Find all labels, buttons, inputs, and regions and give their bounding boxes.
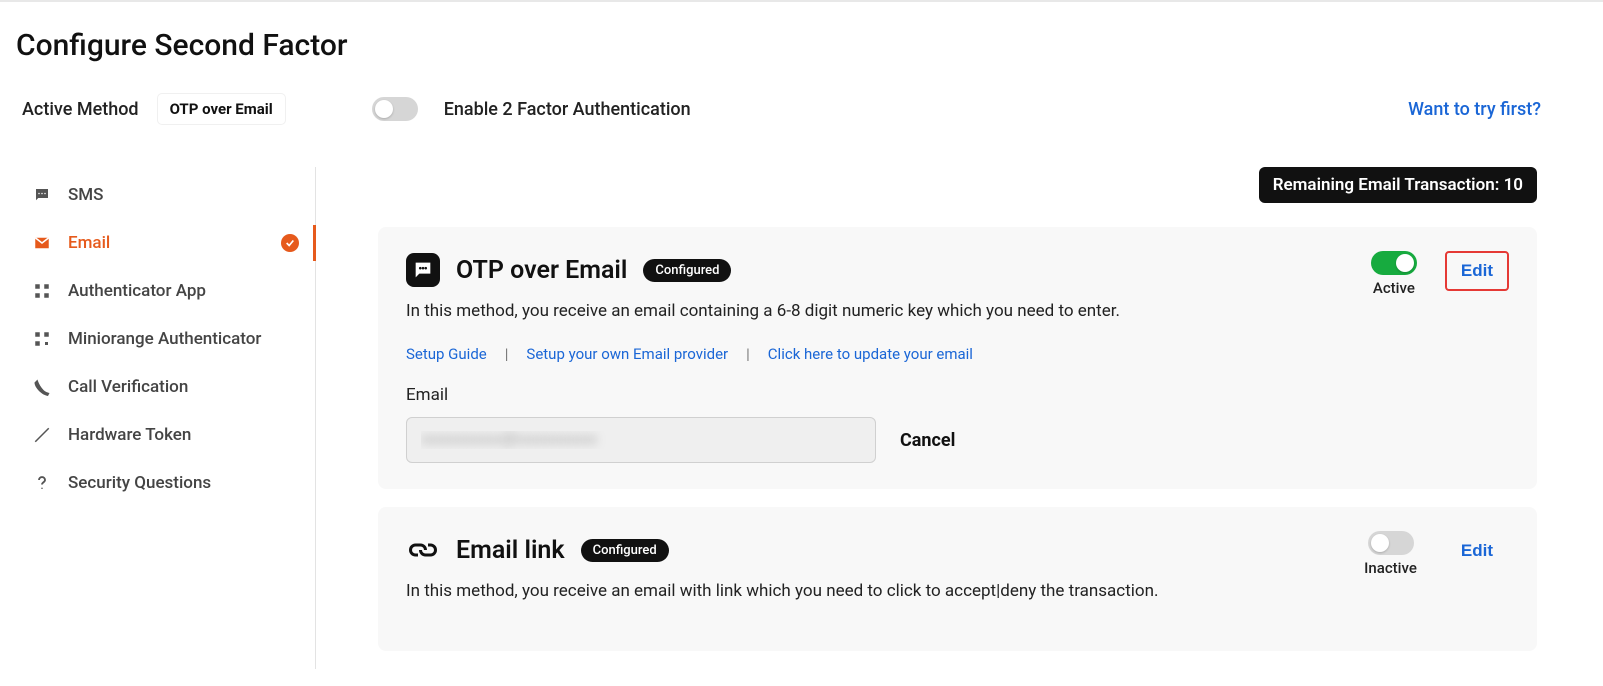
toggle-knob (375, 100, 393, 118)
sidebar-item-call-verification[interactable]: Call Verification (16, 363, 315, 411)
card-title: Email link (456, 536, 565, 565)
link-icon (406, 533, 440, 567)
active-method-label: Active Method (22, 99, 139, 120)
check-badge-icon (281, 234, 299, 252)
enable-2fa-label: Enable 2 Factor Authentication (444, 99, 691, 120)
edit-email-link-button[interactable]: Edit (1445, 531, 1509, 571)
configured-badge: Configured (643, 259, 731, 282)
active-method-value: OTP over Email (157, 93, 286, 125)
email-icon (32, 233, 52, 253)
chat-otp-icon (406, 253, 440, 287)
separator: | (505, 345, 509, 363)
toggle-knob (1396, 254, 1414, 272)
authenticator-icon (32, 281, 52, 301)
sidebar-item-label: Email (68, 233, 110, 253)
sidebar-item-miniorange-authenticator[interactable]: Miniorange Authenticator (16, 315, 315, 363)
sidebar-item-hardware-token[interactable]: Hardware Token (16, 411, 315, 459)
setup-guide-link[interactable]: Setup Guide (406, 345, 487, 363)
enable-2fa-toggle[interactable] (372, 97, 418, 121)
otp-email-active-toggle[interactable] (1371, 251, 1417, 275)
email-field-label: Email (406, 385, 1509, 405)
card-description: In this method, you receive an email con… (406, 301, 1509, 321)
header-row: Active Method OTP over Email Enable 2 Fa… (16, 89, 1587, 147)
sidebar: SMS Email Authenticator App (16, 167, 316, 669)
main-content: Remaining Email Transaction: 10 OTP over… (316, 167, 1587, 669)
miniorange-icon (32, 329, 52, 349)
toggle-knob (1371, 534, 1389, 552)
call-icon (32, 377, 52, 397)
link-row: Setup Guide | Setup your own Email provi… (406, 345, 1509, 363)
card-title: OTP over Email (456, 256, 627, 285)
cancel-button[interactable]: Cancel (900, 430, 955, 451)
sidebar-item-email[interactable]: Email (16, 219, 315, 267)
sidebar-item-sms[interactable]: SMS (16, 171, 315, 219)
sidebar-item-label: Miniorange Authenticator (68, 329, 261, 349)
want-to-try-link[interactable]: Want to try first? (1408, 99, 1541, 120)
separator: | (746, 345, 750, 363)
sidebar-item-label: Authenticator App (68, 281, 206, 301)
sidebar-item-label: SMS (68, 185, 103, 205)
sidebar-item-authenticator-app[interactable]: Authenticator App (16, 267, 315, 315)
email-field[interactable] (406, 417, 876, 463)
configured-badge: Configured (581, 539, 669, 562)
hardware-icon (32, 425, 52, 445)
sms-icon (32, 185, 52, 205)
card-description: In this method, you receive an email wit… (406, 581, 1509, 601)
toggle-state-label: Active (1373, 279, 1415, 297)
update-email-link[interactable]: Click here to update your email (768, 345, 973, 363)
page-title: Configure Second Factor (16, 28, 1587, 63)
toggle-state-label: Inactive (1364, 559, 1417, 577)
email-link-card: Email link Configured Inactive Edit In t… (378, 507, 1537, 651)
otp-over-email-card: OTP over Email Configured Active Edit In… (378, 227, 1537, 489)
sidebar-item-label: Call Verification (68, 377, 188, 397)
email-link-active-toggle[interactable] (1368, 531, 1414, 555)
setup-email-provider-link[interactable]: Setup your own Email provider (526, 345, 728, 363)
sidebar-item-label: Hardware Token (68, 425, 191, 445)
question-icon (32, 473, 52, 493)
remaining-email-transaction-badge: Remaining Email Transaction: 10 (1259, 167, 1537, 203)
sidebar-item-label: Security Questions (68, 473, 211, 493)
sidebar-item-security-questions[interactable]: Security Questions (16, 459, 315, 507)
edit-otp-email-button[interactable]: Edit (1445, 251, 1509, 291)
